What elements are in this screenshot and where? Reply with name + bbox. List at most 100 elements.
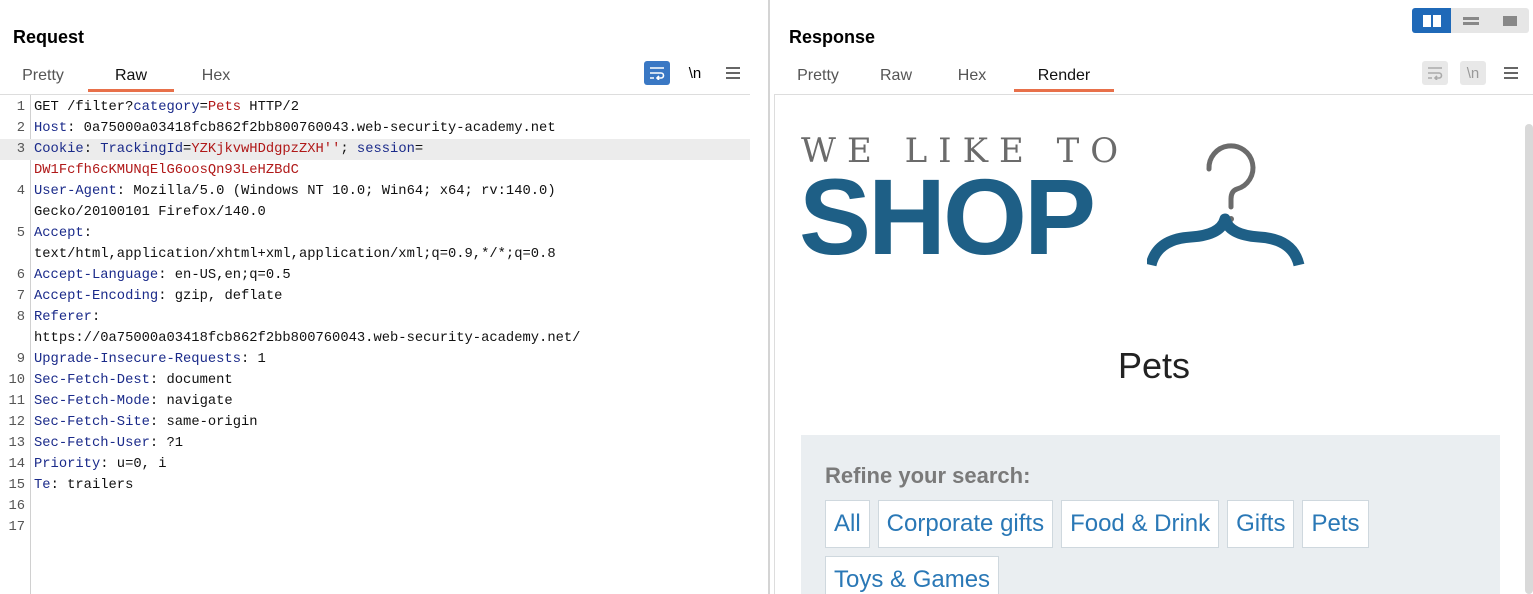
code-line: 7 Accept-Encoding: gzip, deflate [0, 286, 750, 307]
code-line: 11 Sec-Fetch-Mode: navigate [0, 391, 750, 412]
code-segment: : trailers [50, 478, 134, 493]
code-segment: : en-US,en;q=0.5 [158, 268, 291, 283]
code-segment: = [199, 100, 208, 115]
response-pane: Response Pretty Raw Hex Render \n WE LIK… [770, 0, 1533, 594]
code-line: 15 Te: trailers [0, 475, 750, 496]
param-value: Pets [207, 100, 242, 115]
code-text: Gecko/20100101 Firefox/140.0 [34, 202, 266, 223]
code-text: Te: trailers [34, 475, 133, 496]
line-number: 8 [16, 310, 25, 325]
response-title: Response [789, 27, 876, 47]
header-name: Cookie [34, 142, 84, 157]
code-line: Gecko/20100101 Firefox/140.0 [0, 202, 750, 223]
code-segment: : ?1 [149, 436, 184, 451]
filter-link[interactable]: Toys & Games [825, 556, 1000, 594]
category-filters: All Corporate gifts Food & Drink Gifts Pets T… [825, 500, 1385, 594]
code-text: Accept: [34, 223, 92, 244]
response-tab-render[interactable]: Render [1014, 62, 1114, 92]
code-segment: Gecko/20100101 Firefox/140.0 [34, 205, 266, 220]
line-number: 10 [8, 373, 25, 388]
code-text: Referer: [34, 307, 100, 328]
code-segment: HTTP/2 [241, 100, 299, 115]
code-segment: : [83, 226, 92, 241]
code-line: 14 Priority: u=0, i [0, 454, 750, 475]
request-pane: Request Pretty Raw Hex \n 1 GET /filter?c… [0, 0, 768, 594]
header-name: Accept [34, 226, 84, 241]
line-number: 11 [8, 394, 25, 409]
request-title: Request [13, 27, 85, 47]
code-line: 1 GET /filter?category=Pets HTTP/2 [0, 97, 750, 118]
code-text: Sec-Fetch-Site: same-origin [34, 412, 258, 433]
line-number: 17 [8, 520, 25, 535]
request-editor[interactable]: 1 GET /filter?category=Pets HTTP/2 2 Host: … [0, 94, 750, 594]
response-tabs: Pretty Raw Hex Render [778, 62, 1114, 94]
request-tab-raw[interactable]: Raw [88, 62, 174, 92]
code-text: Priority: u=0, i [34, 454, 167, 475]
filter-link[interactable]: Corporate gifts [877, 500, 1054, 548]
param-value: YZKjkvwHDdgpzZXH'' [191, 142, 341, 157]
code-line: 2 Host: 0a75000a03418fcb862f2bb800760043.… [0, 118, 750, 139]
response-tab-pretty[interactable]: Pretty [778, 62, 858, 92]
header-name: Host [34, 121, 68, 136]
filter-link[interactable]: Pets [1302, 500, 1369, 548]
clothes-hanger-icon [1145, 133, 1327, 278]
line-number: 1 [16, 100, 25, 115]
code-segment: : 0a75000a03418fcb862f2bb800760043.web-s… [67, 121, 556, 136]
response-tab-hex[interactable]: Hex [942, 62, 1002, 92]
request-tab-hex[interactable]: Hex [186, 62, 246, 92]
code-line: 17 [0, 517, 750, 538]
wrap-lines-icon[interactable] [644, 61, 670, 85]
line-number: 12 [8, 415, 25, 430]
code-segment: text/html,application/xhtml+xml,applicat… [34, 247, 556, 262]
line-number: 2 [16, 121, 25, 136]
request-tabs: Pretty Raw Hex [8, 62, 246, 94]
header-name: Sec-Fetch-Dest [34, 373, 150, 388]
code-segment: GET /filter? [34, 100, 134, 115]
request-lines: 1 GET /filter?category=Pets HTTP/2 2 Host: … [0, 97, 750, 538]
wrap-lines-icon[interactable] [1422, 61, 1448, 85]
filter-link[interactable]: Food & Drink [1061, 500, 1220, 548]
code-text: Cookie: TrackingId = YZKjkvwHDdgpzZXH''; s… [34, 139, 423, 160]
code-line: 13 Sec-Fetch-User: ?1 [0, 433, 750, 454]
render-scrollbar[interactable] [1525, 124, 1533, 594]
header-name: session [356, 142, 415, 157]
request-tab-pretty[interactable]: Pretty [8, 62, 78, 92]
code-line: text/html,application/xhtml+xml,applicat… [0, 244, 750, 265]
code-text: Upgrade-Insecure-Requests: 1 [34, 349, 266, 370]
line-number [0, 244, 34, 265]
hamburger-menu-icon[interactable] [1498, 61, 1524, 85]
filter-link[interactable]: Gifts [1227, 500, 1295, 548]
code-segment: https://0a75000a03418fcb862f2bb800760043… [34, 331, 581, 346]
header-name: User-Agent [34, 184, 117, 199]
filter-link[interactable]: All [825, 500, 870, 548]
line-number: 9 [16, 352, 25, 367]
line-number [0, 328, 34, 349]
page-title: Pets [1117, 345, 1191, 386]
line-number [0, 160, 34, 181]
code-line: 9 Upgrade-Insecure-Requests: 1 [0, 349, 750, 370]
header-name: Sec-Fetch-Site [34, 415, 150, 430]
header-name: Accept-Encoding [34, 289, 159, 304]
newline-toggle-button[interactable]: \n [1460, 61, 1486, 85]
line-number: 3 [16, 142, 25, 157]
code-segment: : Mozilla/5.0 (Windows NT 10.0; Win64; x… [116, 184, 556, 199]
code-line: 4 User-Agent: Mozilla/5.0 (Windows NT 10.… [0, 181, 750, 202]
code-line: 10 Sec-Fetch-Dest: document [0, 370, 750, 391]
code-segment: : u=0, i [100, 457, 167, 472]
code-segment: : navigate [149, 394, 233, 409]
code-line: 16 [0, 496, 750, 517]
code-segment: : gzip, deflate [158, 289, 283, 304]
rendered-page: WE LIKE TO SHOP Pets Refine your search:… [774, 94, 1533, 594]
code-line: 8 Referer: [0, 307, 750, 328]
newline-toggle-button[interactable]: \n [682, 61, 708, 85]
param-value: DW1Fcfh6cKMUNqElG6oosQn93LeHZBdC [34, 163, 299, 178]
code-line: 3 Cookie: TrackingId = YZKjkvwHDdgpzZXH''; … [0, 139, 750, 160]
code-segment: : [91, 310, 101, 325]
code-line: DW1Fcfh6cKMUNqElG6oosQn93LeHZBdC [0, 160, 750, 181]
code-text: https://0a75000a03418fcb862f2bb800760043… [34, 328, 580, 349]
code-segment: : 1 [241, 352, 266, 367]
response-tab-raw[interactable]: Raw [864, 62, 928, 92]
hamburger-menu-icon[interactable] [720, 61, 746, 85]
header-name: Sec-Fetch-User [34, 436, 150, 451]
code-line: https://0a75000a03418fcb862f2bb800760043… [0, 328, 750, 349]
